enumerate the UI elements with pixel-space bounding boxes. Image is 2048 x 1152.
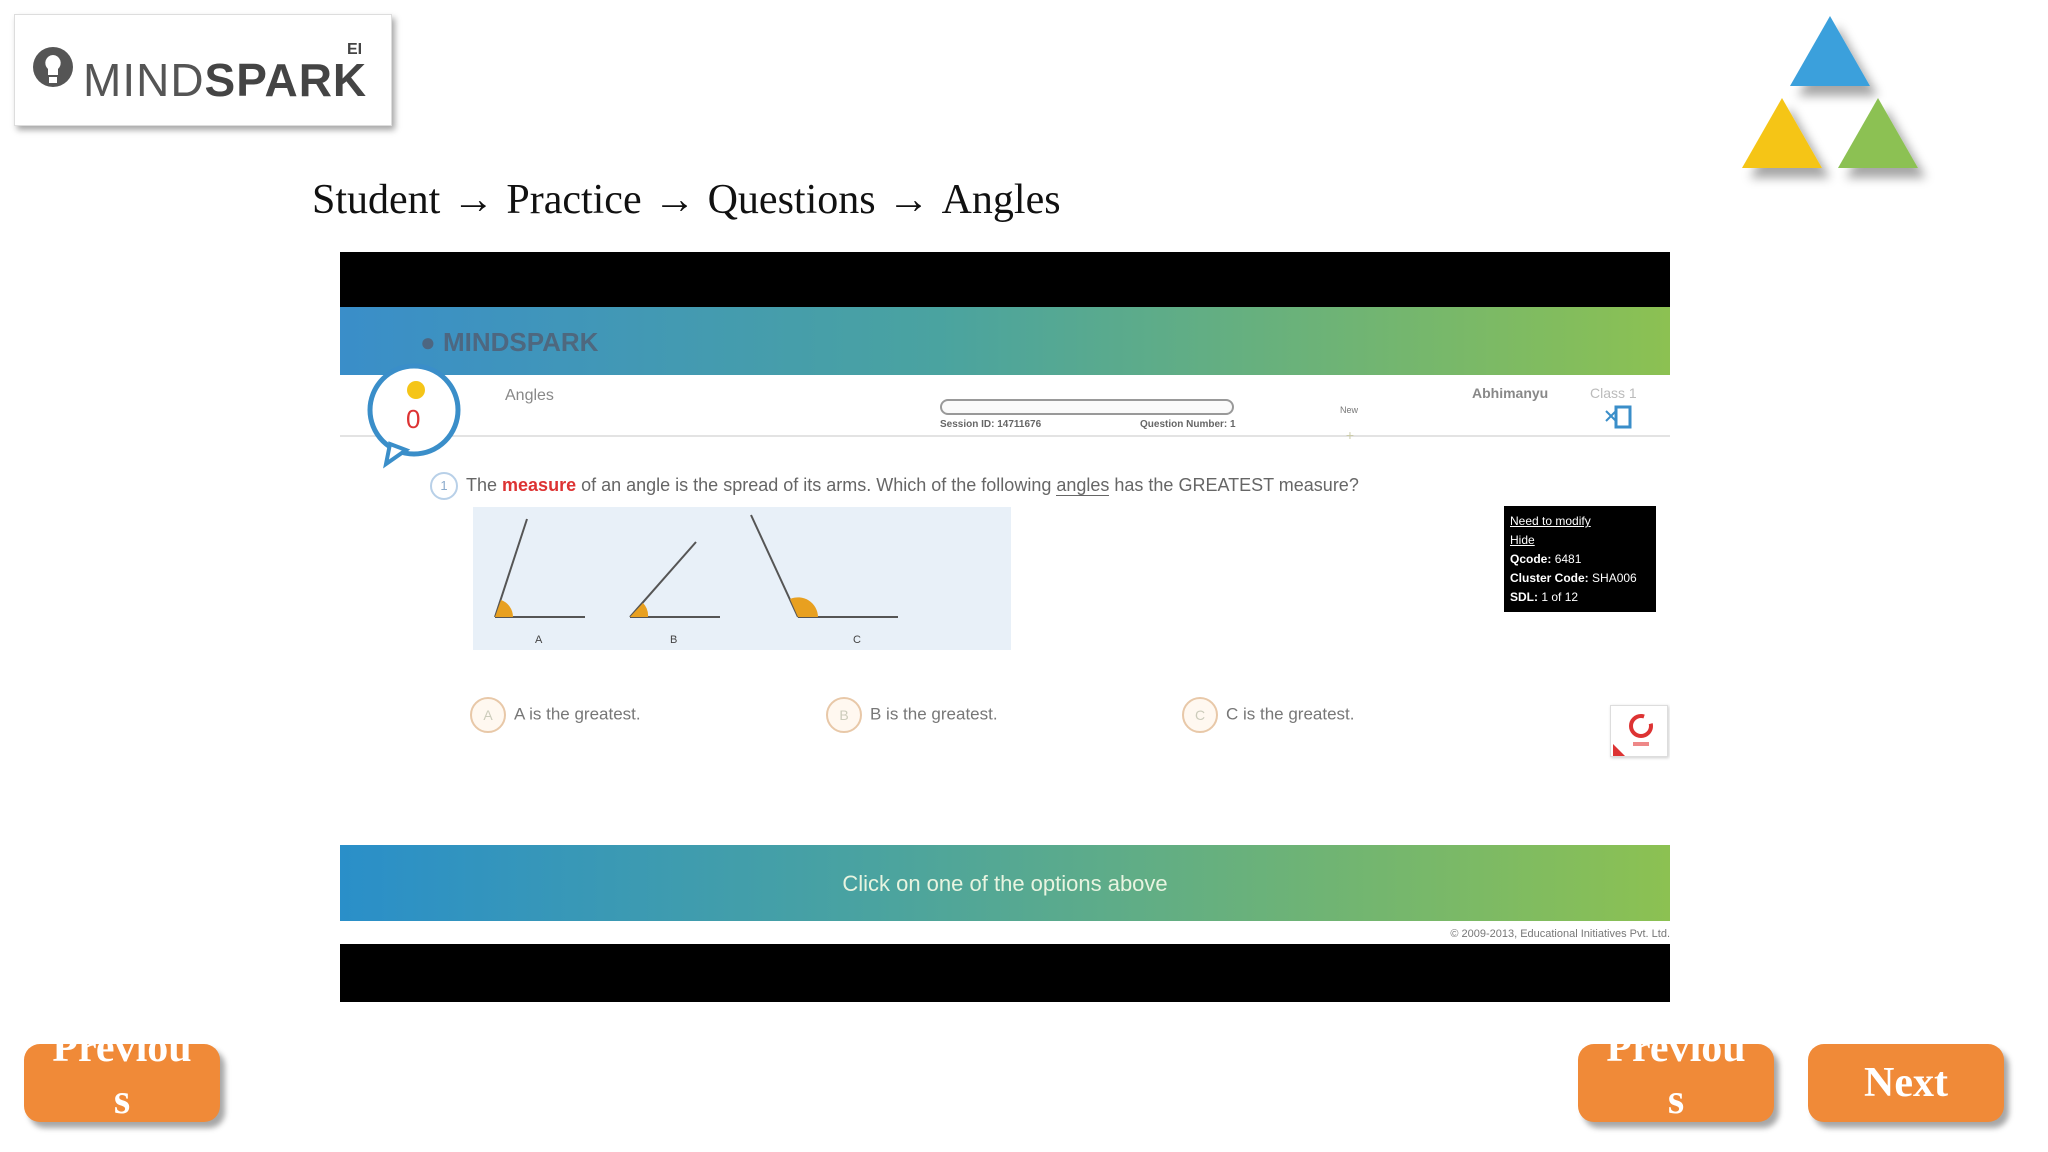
progress-bar [940, 399, 1234, 415]
highlighted-word[interactable]: measure [502, 475, 576, 495]
question-toolbar: Angles Session ID: 14711676 Question Num… [340, 375, 1670, 443]
lightbulb-icon [33, 47, 73, 87]
embedded-screenshot: ● MINDSPARK Angles Session ID: 14711676 … [340, 252, 1670, 1002]
sparkie-icon: 0 [367, 363, 461, 469]
breadcrumb-separator: → [653, 177, 696, 223]
question-info-box: Need to modify Hide Qcode: 6481 Cluster … [1504, 506, 1656, 612]
previous-button-right[interactable]: Previous [1578, 1025, 1774, 1123]
breadcrumb-item: Student [312, 177, 441, 223]
mindspark-logo: MINDSPARK EI [14, 14, 392, 126]
question-text: 1 The measure of an angle is the spread o… [430, 472, 1430, 500]
instruction-text: Click on one of the options above [842, 871, 1168, 896]
hide-link[interactable]: Hide [1510, 533, 1535, 547]
breadcrumb-separator: → [887, 177, 930, 223]
letterbox-top [340, 252, 1670, 307]
topic-label: Angles [505, 387, 554, 404]
question-number-badge: 1 [430, 472, 458, 500]
option-c-circle[interactable]: C [1182, 697, 1218, 733]
answer-options: AA is the greatest. BB is the greatest. … [470, 697, 1470, 737]
option-c[interactable]: CC is the greatest. [1182, 697, 1355, 733]
next-button[interactable]: Next [1808, 1044, 2004, 1122]
logo-wordmark: MINDSPARK [83, 54, 368, 106]
sparkie-count: 0 [406, 404, 420, 434]
session-id: Session ID: 14711676 [940, 419, 1042, 430]
logout-icon[interactable] [1604, 403, 1634, 431]
user-name: Abhimanyu [1472, 385, 1549, 401]
breadcrumb-separator: → [452, 177, 495, 223]
app-logo: ● MINDSPARK [420, 327, 599, 357]
option-b-circle[interactable]: B [826, 697, 862, 733]
qcode-value: 6481 [1554, 552, 1582, 566]
angle-label-a: A [535, 634, 543, 646]
angle-label-b: B [670, 634, 677, 646]
app-header: ● MINDSPARK [340, 307, 1670, 375]
option-a-circle[interactable]: A [470, 697, 506, 733]
previous-button-left[interactable]: Previous [24, 1025, 220, 1123]
logo-superscript: EI [347, 41, 363, 58]
question-number: Question Number: 1 [1140, 419, 1236, 430]
breadcrumb-item: Angles [941, 177, 1061, 223]
refresh-icon[interactable] [1610, 705, 1668, 757]
need-to-modify-link[interactable]: Need to modify [1510, 514, 1591, 528]
angles-figure: A B C [473, 507, 1011, 650]
triangles-logo-icon [1742, 16, 1918, 168]
breadcrumb-item: Practice [506, 177, 642, 223]
option-a[interactable]: AA is the greatest. [470, 697, 641, 733]
underlined-word[interactable]: angles [1056, 474, 1110, 496]
class-label: Class 1 [1590, 385, 1637, 401]
angle-label-c: C [853, 634, 861, 646]
sdl-value: 1 of 12 [1541, 590, 1579, 604]
option-b[interactable]: BB is the greatest. [826, 697, 998, 733]
instruction-bar: Click on one of the options above [340, 845, 1670, 921]
letterbox-bottom [340, 944, 1670, 1002]
plus-button[interactable]: + [1338, 427, 1362, 443]
copyright-text: © 2009-2013, Educational Initiatives Pvt… [1450, 928, 1670, 940]
breadcrumb-item: Questions [707, 177, 876, 223]
new-label: New [1340, 405, 1359, 415]
breadcrumb: Student → Practice → Questions → Angles [312, 176, 1061, 224]
cluster-code-value: SHA006 [1592, 571, 1637, 585]
